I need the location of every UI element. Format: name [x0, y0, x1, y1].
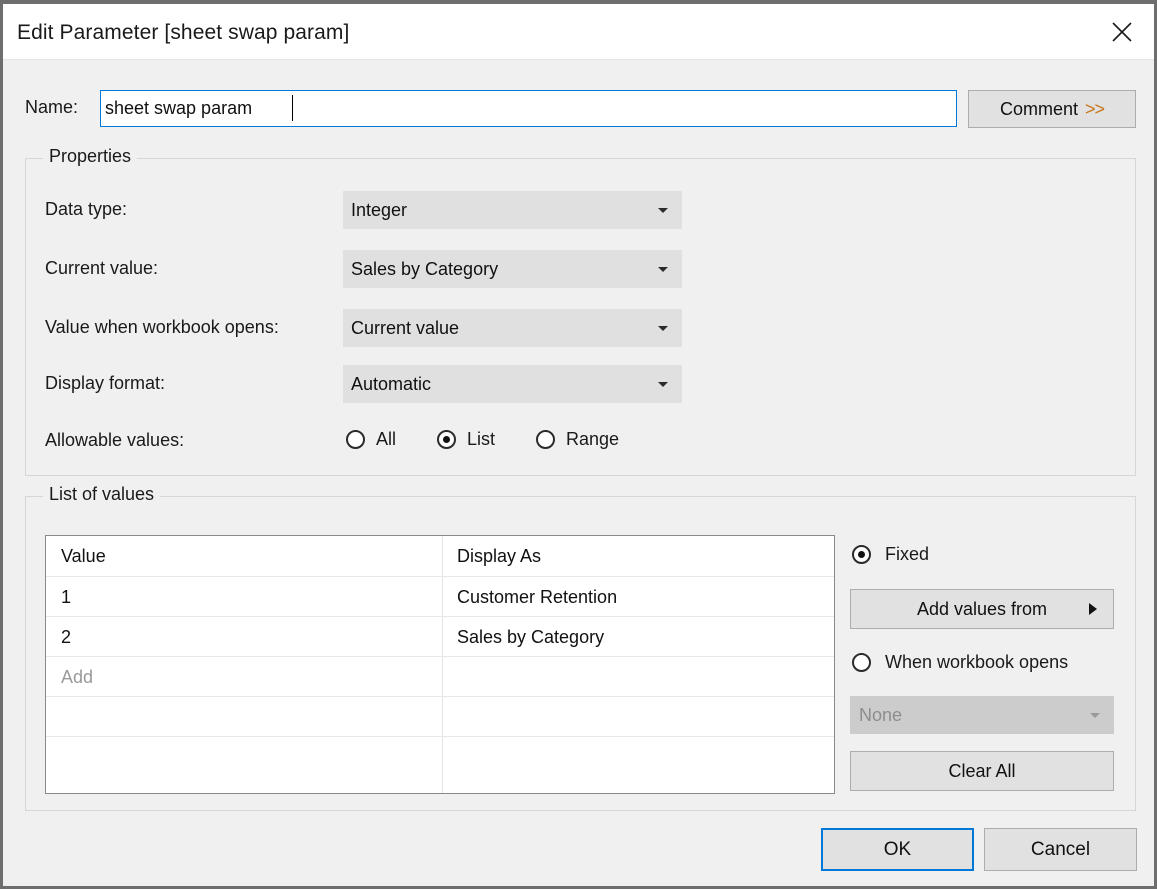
current-value-label: Current value:	[45, 258, 159, 278]
cell-display-as: Sales by Category	[457, 626, 605, 647]
table-row-empty[interactable]	[46, 736, 834, 776]
table-row[interactable]: 2 Sales by Category	[46, 616, 834, 656]
cell-value: 1	[61, 586, 72, 607]
source-label-fixed[interactable]: Fixed	[885, 544, 929, 565]
allowable-values-label-list[interactable]: List	[467, 429, 495, 450]
allowable-values-radio-range[interactable]	[536, 430, 555, 449]
chevron-down-icon	[658, 267, 668, 272]
list-of-values-legend: List of values	[43, 484, 161, 505]
allowable-values-radio-all[interactable]	[346, 430, 365, 449]
workbook-opens-source-value: None	[859, 704, 903, 725]
cancel-button[interactable]: Cancel	[984, 828, 1137, 871]
display-format-dropdown[interactable]: Automatic	[343, 365, 682, 403]
comment-button[interactable]: Comment >>	[968, 90, 1136, 128]
allowable-values-label-range[interactable]: Range	[566, 429, 619, 450]
add-values-from-label: Add values from	[916, 598, 1048, 619]
cell-display-as: Customer Retention	[457, 586, 618, 607]
source-label-when-workbook-opens[interactable]: When workbook opens	[885, 652, 1068, 673]
chevron-down-icon	[658, 326, 668, 331]
allowable-values-label-all[interactable]: All	[376, 429, 396, 450]
value-when-workbook-opens-label: Value when workbook opens:	[45, 317, 279, 337]
properties-legend: Properties	[43, 146, 138, 167]
clear-all-button[interactable]: Clear All	[850, 751, 1114, 791]
column-header-display-as: Display As	[457, 545, 542, 566]
chevron-down-icon	[1090, 713, 1100, 718]
data-type-value: Integer	[351, 199, 408, 220]
comment-button-label: Comment	[999, 98, 1078, 119]
list-of-values-table[interactable]: Value Display As 1 Customer Retention 2 …	[45, 535, 835, 794]
source-radio-fixed[interactable]	[852, 545, 871, 564]
text-caret	[292, 95, 293, 121]
cancel-button-label: Cancel	[1030, 838, 1091, 860]
current-value-dropdown[interactable]: Sales by Category	[343, 250, 682, 288]
comment-chevrons-icon: >>	[1085, 98, 1105, 119]
data-type-label: Data type:	[45, 199, 128, 219]
table-row-empty[interactable]	[46, 696, 834, 736]
display-format-label: Display format:	[45, 373, 166, 393]
ok-button[interactable]: OK	[821, 828, 974, 871]
table-row[interactable]: 1 Customer Retention	[46, 576, 834, 616]
clear-all-label: Clear All	[948, 760, 1016, 781]
edit-parameter-dialog: Edit Parameter [sheet swap param] Name: …	[0, 0, 1157, 889]
table-header-row: Value Display As	[46, 536, 834, 576]
dialog-title: Edit Parameter [sheet swap param]	[17, 21, 350, 44]
close-icon[interactable]	[1090, 4, 1154, 59]
add-row-placeholder: Add	[61, 666, 94, 687]
dialog-titlebar: Edit Parameter [sheet swap param]	[3, 4, 1154, 60]
column-header-value: Value	[61, 545, 106, 566]
display-format-value: Automatic	[351, 373, 432, 394]
value-when-workbook-opens-value: Current value	[351, 317, 460, 338]
cell-value: 2	[61, 626, 72, 647]
add-values-from-button[interactable]: Add values from	[850, 589, 1114, 629]
allowable-values-label: Allowable values:	[45, 430, 185, 450]
data-type-dropdown[interactable]: Integer	[343, 191, 682, 229]
name-label: Name:	[25, 97, 79, 117]
source-radio-when-workbook-opens[interactable]	[852, 653, 871, 672]
name-input[interactable]	[100, 90, 957, 127]
value-when-workbook-opens-dropdown[interactable]: Current value	[343, 309, 682, 347]
current-value-value: Sales by Category	[351, 258, 499, 279]
chevron-down-icon	[658, 208, 668, 213]
ok-button-label: OK	[883, 838, 912, 860]
chevron-right-icon	[1089, 603, 1097, 615]
chevron-down-icon	[658, 382, 668, 387]
table-row-add[interactable]: Add	[46, 656, 834, 696]
allowable-values-radio-list[interactable]	[437, 430, 456, 449]
workbook-opens-source-dropdown: None	[850, 696, 1114, 734]
